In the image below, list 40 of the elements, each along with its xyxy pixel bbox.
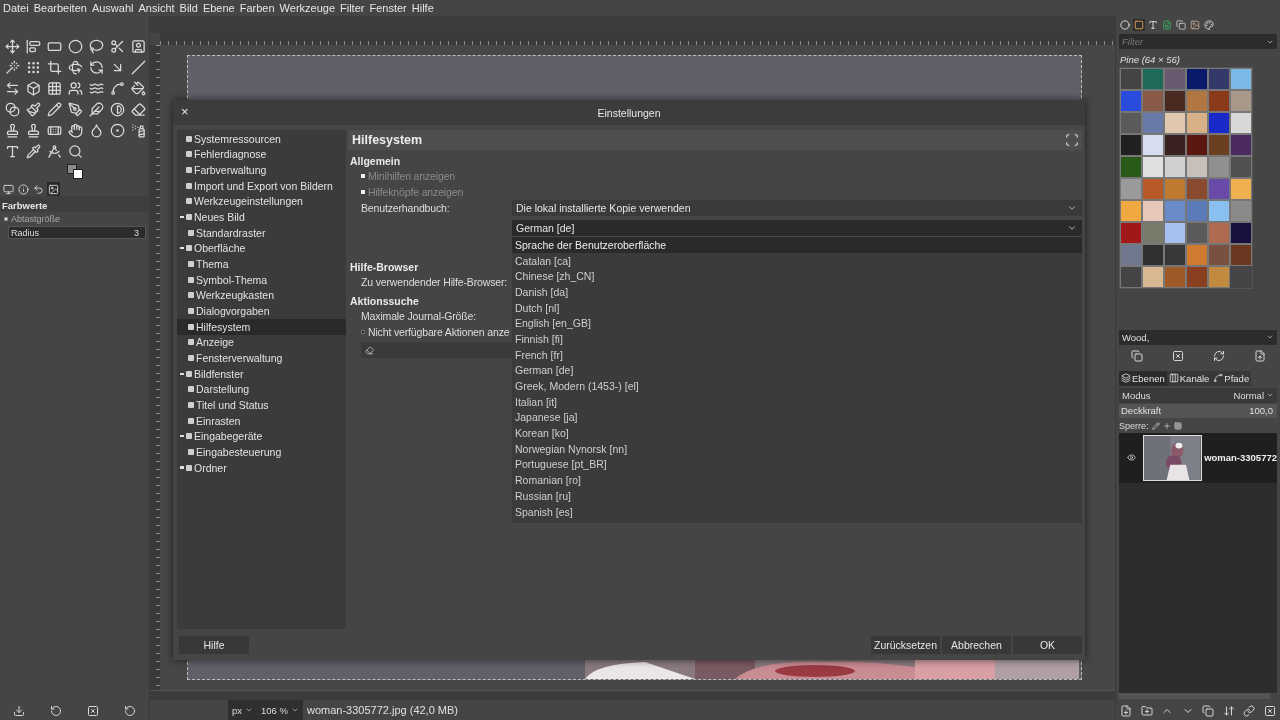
pattern-name: Pine (64 × 56)	[1119, 53, 1181, 66]
tree-item-label: Eingabesteuerung	[196, 445, 282, 458]
panel-title: Farbwerte	[0, 196, 149, 212]
tree-item-label: Import und Export von Bildern	[194, 179, 333, 192]
tree-item-label: Werkzeugkasten	[196, 289, 274, 302]
section-heading: Aktionssuche	[349, 294, 419, 308]
tree-item-label: Fensterverwaltung	[196, 352, 283, 364]
checkbox-label: Minihilfen anzeigen	[368, 170, 456, 182]
tree-item-label: Einrasten	[196, 414, 241, 427]
mode-label: Modus	[1122, 389, 1151, 401]
tree-item-label: Bildfenster	[194, 367, 244, 380]
tree-item-label: Neues Bild	[194, 211, 245, 224]
layer-name: woman-3305772	[1204, 452, 1277, 463]
tree-item-label: Titel und Status	[196, 399, 269, 411]
section-heading: Allgemein	[349, 154, 401, 168]
checkbox-label: Hilfeknöpfe anzeigen	[368, 186, 464, 198]
tree-item-label: Oberfläche	[194, 242, 246, 255]
section-heading: Hilfe-Browser	[349, 260, 419, 274]
tree-item-label: Darstellung	[196, 383, 250, 396]
lock-label: Sperre:	[1119, 420, 1149, 431]
checkbox-label: Abtastgröße	[11, 214, 61, 224]
field-label: Benutzerhandbuch:	[361, 202, 451, 214]
tree-item-label: Hilfesystem	[196, 320, 251, 333]
tree-item-label: Fehlerdiagnose	[194, 148, 267, 161]
window-title: Einstellungen	[597, 106, 661, 119]
tree-item-label: Farbverwaltung	[194, 164, 267, 177]
tree-item-label: Thema	[196, 258, 229, 271]
tree-item-label: Anzeige	[196, 336, 234, 349]
field-label: Zu verwendender Hilfe-Browser:	[361, 276, 509, 288]
tree-item-label: Standardraster	[196, 226, 266, 239]
checkbox-label: Nicht verfügbare Aktionen anze	[368, 326, 510, 338]
status-text: woman-3305772.jpg (42,0 MB)	[307, 704, 458, 716]
field-label: Maximale Journal-Größe:	[361, 310, 477, 322]
tree-item-label: Eingabegeräte	[194, 430, 263, 443]
tree-item-label: Systemressourcen	[194, 132, 281, 145]
tree-item-label: Dialogvorgaben	[196, 305, 270, 318]
page-title: Hilfesystem	[352, 133, 423, 147]
tree-item-label: Werkzeugeinstellungen	[194, 195, 303, 208]
tree-item-label: Symbol-Thema	[196, 273, 268, 286]
tree-item-label: Ordner	[194, 461, 227, 474]
